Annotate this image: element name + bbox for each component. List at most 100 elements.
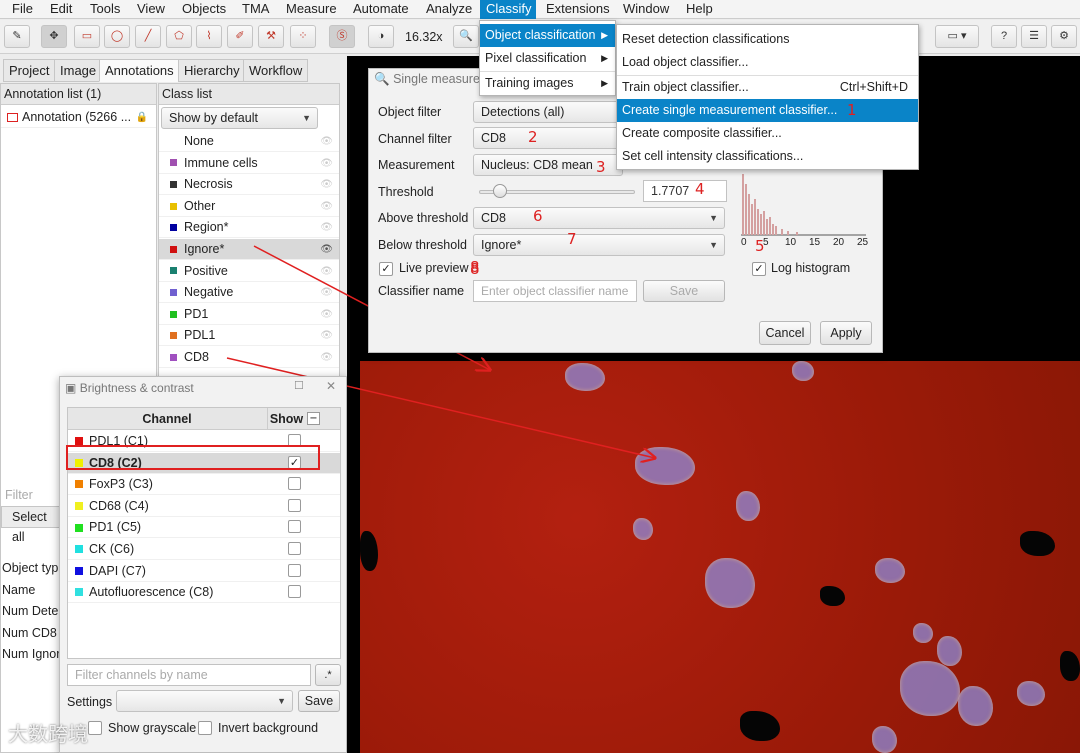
invert-background-label: Invert background <box>218 721 319 735</box>
watermark: 大数跨境 <box>8 724 88 746</box>
classifier-name-label: Classifier name <box>378 284 465 298</box>
channel-table-header: Channel Show − <box>68 408 340 430</box>
chevron-down-icon: ▼ <box>709 213 718 223</box>
object-filter-dropdown[interactable]: Detections (all) <box>473 101 623 123</box>
live-preview-label: Live preview <box>399 261 469 275</box>
step-number: 3 <box>596 158 606 176</box>
channel-name: Autofluorescence (C8) <box>89 585 214 600</box>
threshold-input[interactable]: 1.7707 <box>643 180 727 202</box>
hist-tick: 20 <box>833 237 845 248</box>
histogram <box>741 169 871 241</box>
hist-tick: 0 <box>741 237 747 248</box>
channel-name: FoxP3 (C3) <box>89 477 153 492</box>
show-column-header: Show <box>267 408 305 430</box>
submenu-arrow-icon: ▶ <box>601 53 608 63</box>
channel-row[interactable]: Autofluorescence (C8) <box>68 582 340 604</box>
channel-name: DAPI (C7) <box>89 563 146 578</box>
close-icon[interactable]: ✕ <box>326 379 336 393</box>
threshold-slider-handle[interactable] <box>492 184 507 198</box>
app-icon: ▣ <box>65 381 77 395</box>
channel-color-swatch <box>75 566 83 575</box>
show-all-toggle[interactable]: − <box>307 412 320 425</box>
channel-filter-dropdown[interactable]: CD8 <box>473 127 623 149</box>
channel-column-header: Channel <box>142 412 192 426</box>
channel-row[interactable]: CK (C6) <box>68 539 340 560</box>
step-number: 5 <box>755 237 765 255</box>
object-classification-submenu: Reset detection classifications Load obj… <box>616 24 919 170</box>
below-threshold-dropdown[interactable]: Ignore* ▼ <box>473 234 725 256</box>
object-filter-label: Object filter <box>378 105 442 119</box>
channel-color-swatch <box>75 545 83 554</box>
menu-object-classification[interactable]: Object classification ▶ <box>480 24 615 47</box>
invert-background-checkbox[interactable] <box>198 721 212 735</box>
menu-item-label: Train object classifier... <box>622 80 749 94</box>
menu-pixel-classification[interactable]: Pixel classification ▶ <box>480 47 615 70</box>
channel-show-checkbox[interactable] <box>288 585 301 599</box>
step-number: 6 <box>533 207 543 225</box>
classify-menu: Object classification ▶ Pixel classificat… <box>479 20 616 96</box>
channel-show-checkbox[interactable] <box>288 520 301 534</box>
chevron-down-icon: ▼ <box>709 240 718 250</box>
settings-save-button[interactable]: Save <box>298 690 340 712</box>
chevron-down-icon: ▼ <box>277 696 286 706</box>
menu-training-images[interactable]: Training images ▶ <box>480 72 615 95</box>
channel-color-swatch <box>75 523 83 532</box>
step-number: 2 <box>528 128 538 146</box>
histogram-bars <box>741 174 866 236</box>
app-icon: 🔍 <box>374 72 390 86</box>
menu-item-label: Create single measurement classifier... <box>622 103 838 117</box>
bc-title-text: Brightness & contrast <box>79 381 194 395</box>
channel-name: PD1 (C5) <box>89 520 142 535</box>
hist-tick: 25 <box>857 237 869 248</box>
above-threshold-dropdown[interactable]: CD8 ▼ <box>473 207 725 229</box>
channel-show-checkbox[interactable] <box>288 498 301 512</box>
menu-create-single-measurement-classifier[interactable]: Create single measurement classifier... 1 <box>617 99 918 122</box>
menu-item-label: Object classification <box>485 28 596 42</box>
highlight-box <box>66 445 320 470</box>
apply-button[interactable]: Apply <box>820 321 872 345</box>
step-number: 8 <box>470 258 480 276</box>
step-number: 4 <box>695 180 705 198</box>
channel-name: CK (C6) <box>89 542 135 556</box>
menu-set-cell-intensity-classifications[interactable]: Set cell intensity classifications... <box>617 145 918 168</box>
channel-show-checkbox[interactable] <box>288 477 301 491</box>
menu-train-object-classifier[interactable]: Train object classifier... Ctrl+Shift+D <box>617 76 918 99</box>
cancel-button[interactable]: Cancel <box>759 321 811 345</box>
submenu-arrow-icon: ▶ <box>601 78 608 88</box>
log-histogram-label: Log histogram <box>771 261 851 275</box>
regex-toggle-button[interactable]: .* <box>315 664 341 686</box>
hist-tick: 15 <box>809 237 821 248</box>
channel-row[interactable]: PD1 (C5) <box>68 517 340 539</box>
channel-row[interactable]: CD68 (C4) <box>68 496 340 517</box>
channel-show-checkbox[interactable] <box>288 563 301 577</box>
channel-show-checkbox[interactable] <box>288 542 301 555</box>
menu-reset-detection-classifications[interactable]: Reset detection classifications <box>617 28 918 51</box>
above-threshold-label: Above threshold <box>378 211 469 225</box>
save-classifier-button[interactable]: Save <box>643 280 725 302</box>
channel-color-swatch <box>75 588 83 597</box>
live-preview-checkbox[interactable]: ✓ <box>379 262 393 276</box>
settings-dropdown[interactable]: ▼ <box>116 690 293 712</box>
channel-row[interactable]: DAPI (C7) <box>68 561 340 582</box>
menu-load-object-classifier[interactable]: Load object classifier... <box>617 51 918 74</box>
channel-color-swatch <box>75 480 83 489</box>
channel-name: CD68 (C4) <box>89 498 149 513</box>
hist-tick: 10 <box>785 237 797 248</box>
channel-filter-label: Channel filter <box>378 132 452 146</box>
step-number: 1 <box>847 101 857 119</box>
menu-item-label: Pixel classification <box>485 51 587 65</box>
show-grayscale-label: Show grayscale <box>108 721 197 735</box>
show-grayscale-checkbox[interactable] <box>88 721 102 735</box>
filter-channels-input[interactable]: Filter channels by name <box>67 664 311 686</box>
menu-item-label: Training images <box>485 76 574 90</box>
above-threshold-value: CD8 <box>481 211 507 225</box>
channel-color-swatch <box>75 437 83 446</box>
brightness-contrast-dialog: ▣ Brightness & contrast ☐ ✕ Channel Show… <box>59 376 347 753</box>
classifier-name-input[interactable]: Enter object classifier name <box>473 280 637 302</box>
maximize-icon[interactable]: ☐ <box>294 379 304 392</box>
channel-row[interactable]: FoxP3 (C3) <box>68 474 340 496</box>
submenu-arrow-icon: ▶ <box>601 30 608 40</box>
menu-create-composite-classifier[interactable]: Create composite classifier... <box>617 122 918 145</box>
bc-dialog-title: ▣ Brightness & contrast <box>65 381 194 395</box>
log-histogram-checkbox[interactable]: ✓ <box>752 262 766 276</box>
